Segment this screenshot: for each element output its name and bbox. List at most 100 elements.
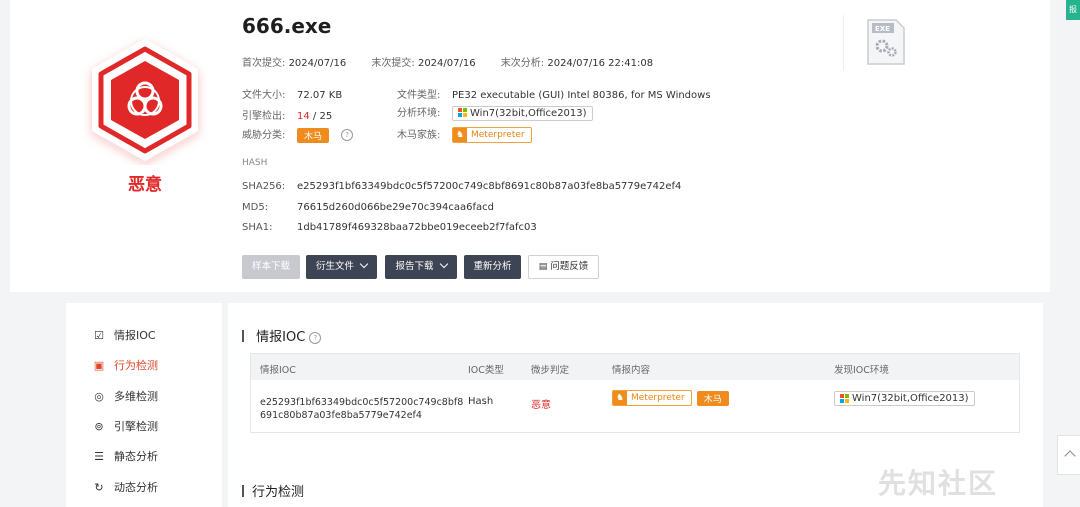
md5-row: MD5: 76615d260d066be29e70c394caa6facd [242,202,494,213]
sidebar-item-label: 引擎检测 [114,420,158,433]
ioc-type-cell: Hash [468,396,494,407]
env-tag: Win7(32bit,Office2013) [452,105,593,121]
sidebar-item-multi-detect[interactable]: ◎ 多维检测 [92,388,158,404]
report-download-label: 报告下载 [395,261,434,272]
hash-section-title: HASH [242,158,268,168]
help-icon[interactable]: ? [309,331,322,344]
sha256-label: SHA256: [242,181,286,192]
column-header: 微步判定 [531,365,570,376]
submission-meta: 首次提交: 2024/07/16 末次提交: 2024/07/16 末次分析: … [242,54,675,69]
exe-icon-text: EXE [875,25,890,33]
sidebar-item-dynamic[interactable]: ↻ 动态分析 [92,479,158,495]
file-type-value: PE32 executable (GUI) Intel 80386, for M… [452,90,711,101]
document-check-icon: ☑ [94,329,104,342]
family-tag[interactable]: ♞ Meterpreter [452,127,532,143]
threat-row: 威胁分类: 木马? [242,126,354,143]
monitor-icon: ▣ [93,359,105,372]
sidebar-nav: ☑ 情报IOC ▣ 行为检测 ◎ 多维检测 ⊚ 引擎检测 ☰ 静态分析 ↻ 动态分析 [66,303,222,507]
family-value: Meterpreter [471,130,525,140]
last-analysis-label: 末次分析: [500,58,545,69]
sha1-value: 1db41789f469328baa72bbe019eceeb2f7fafc03 [297,222,537,233]
ioc-verdict-cell: 恶意 [531,400,551,411]
table-header: 情报IOC IOC类型 微步判定 情报内容 发现IOC环境 [251,354,1019,380]
derived-files-label: 衍生文件 [315,261,354,272]
radar-icon: ◎ [94,390,104,403]
sidebar-item-static[interactable]: ☰ 静态分析 [92,448,158,464]
sample-download-button[interactable]: 样本下载 [242,255,300,279]
engine-detected: 14 [297,111,310,122]
list-icon: ☰ [94,450,104,463]
file-type-label: 文件类型: [397,90,441,101]
feedback-icon: ▤ [538,262,548,272]
report-download-button[interactable]: 报告下载 [385,255,457,279]
sidebar-item-intel-ioc[interactable]: ☑ 情报IOC [92,327,156,343]
feedback-label: 问题反馈 [550,261,589,272]
column-header: IOC类型 [468,365,504,376]
behavior-section-title: 行为检测 [242,481,304,500]
sidebar-item-label: 多维检测 [114,390,158,403]
md5-value: 76615d260d066be29e70c394caa6facd [297,202,494,213]
md5-label: MD5: [242,202,269,213]
help-icon[interactable]: ? [341,129,354,141]
engine-total: / 25 [309,111,333,122]
sidebar-item-behavior[interactable]: ▣ 行为检测 [92,357,158,373]
last-submit-value: 2024/07/16 [417,58,476,69]
env-tag-label: Win7(32bit,Office2013) [852,393,969,404]
ioc-hash-line: 691c80b87a03fe8ba5779e742ef4 [260,410,422,421]
ioc-content-cell: ♞ Meterpreter 木马 [612,390,729,406]
sha1-row: SHA1: 1db41789f469328baa72bbe019eceeb2f7f… [242,222,537,233]
refresh-icon: ↻ [94,481,104,494]
ioc-hash-line: e25293f1bf63349bdc0c5f57200c749c8bf8 [260,397,464,408]
file-size-value: 72.07 KB [297,90,343,101]
ioc-section-title-text: 情报IOC [256,330,306,345]
env-value: Win7(32bit,Office2013) [470,107,587,119]
windows-icon [458,108,467,117]
report-corner-tag[interactable]: 报 [1066,0,1080,20]
engine-row: 引擎检出: 14 / 25 [242,107,332,122]
derived-files-button[interactable]: 衍生文件 [306,255,377,279]
windows-icon [840,393,849,403]
env-row: 分析环境: Win7(32bit,Office2013) [397,104,593,121]
first-submit-label: 首次提交: [242,58,286,69]
file-type-row: 文件类型: PE32 executable (GUI) Intel 80386, … [397,86,711,101]
sha256-row: SHA256: e25293f1bf63349bdc0c5f57200c749c8… [242,181,681,192]
divider [843,15,844,70]
chevron-down-icon [439,259,448,269]
family-row: 木马家族: ♞ Meterpreter [397,126,532,143]
file-size-row: 文件大小: 72.07 KB [242,86,342,101]
engine-icon: ⊚ [94,420,104,433]
env-tag: Win7(32bit,Office2013) [834,391,975,406]
file-name-title: 666.exe [242,14,332,38]
env-label: 分析环境: [397,108,441,119]
threat-label: 威胁分类: [242,130,286,141]
column-header: 情报IOC [260,365,296,376]
sidebar-item-label: 情报IOC [114,329,156,342]
sidebar-item-label: 行为检测 [114,359,158,372]
ioc-hash-cell[interactable]: e25293f1bf63349bdc0c5f57200c749c8bf8 691… [260,396,463,422]
family-tag[interactable]: ♞ Meterpreter [612,390,692,406]
chevron-down-icon [359,259,369,269]
scroll-to-top-button[interactable] [1057,435,1080,475]
sidebar-item-engine[interactable]: ⊚ 引擎检测 [92,418,158,434]
reanalyze-button[interactable]: 重新分析 [464,255,521,279]
verdict-label: 恶意 [128,175,162,195]
sha256-value: e25293f1bf63349bdc0c5f57200c749c8bf8691c… [297,181,682,192]
sidebar-item-label: 静态分析 [114,450,158,463]
sha1-label: SHA1: [242,222,273,233]
exe-file-icon: EXE [867,19,905,65]
last-analysis-value: 2024/07/16 22:41:08 [547,58,654,69]
watermark: 先知社区 [878,467,999,500]
trojan-icon: ♞ [613,391,627,405]
sidebar-item-label: 动态分析 [114,481,158,494]
column-header: 情报内容 [612,365,651,376]
family-tag-label: Meterpreter [631,393,685,403]
feedback-button[interactable]: ▤ 问题反馈 [528,255,599,279]
threat-tag[interactable]: 木马 [297,127,330,143]
last-submit-label: 末次提交: [371,58,415,69]
engine-label: 引擎检出: [242,111,286,122]
file-size-label: 文件大小: [242,90,286,101]
trojan-icon: ♞ [453,128,467,142]
column-header: 发现IOC环境 [834,365,889,376]
threat-tag[interactable]: 木马 [696,390,729,406]
biohazard-icon [92,39,198,161]
